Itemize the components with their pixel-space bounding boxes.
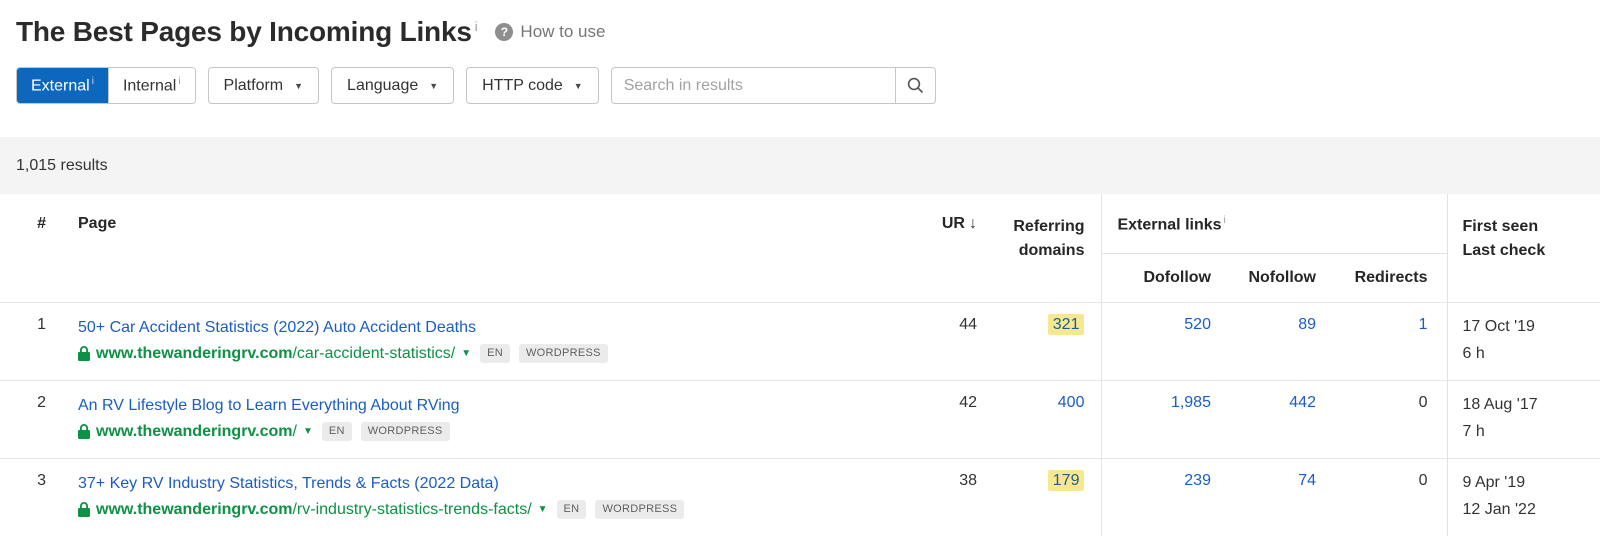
first-seen-cell: 17 Oct '19 6 h xyxy=(1446,301,1600,380)
how-to-use-label[interactable]: How to use xyxy=(520,22,605,42)
chevron-down-icon: ▼ xyxy=(294,80,304,91)
page-url-domain[interactable]: www.thewanderingrv.com xyxy=(96,421,292,443)
platform-dropdown[interactable]: Platform ▼ xyxy=(207,67,320,104)
column-header-ur[interactable]: UR ↓ xyxy=(887,194,977,302)
column-header-index: # xyxy=(37,215,46,232)
language-dropdown[interactable]: Language ▼ xyxy=(331,67,455,104)
page-url-domain[interactable]: www.thewanderingrv.com xyxy=(96,343,292,365)
results-count-bar: 1,015 results xyxy=(0,137,1600,194)
ur-value: 44 xyxy=(886,301,977,380)
chevron-down-icon: ▼ xyxy=(429,80,439,91)
page-url-path[interactable]: /rv-industry-statistics-trends-facts/ xyxy=(292,499,531,521)
platform-badge: WORDPRESS xyxy=(519,344,608,363)
tab-external[interactable]: External i xyxy=(17,68,108,103)
sort-desc-icon: ↓ xyxy=(968,215,977,232)
last-check-value: 6 h xyxy=(1462,344,1485,362)
http-code-dropdown[interactable]: HTTP code ▼ xyxy=(466,67,599,104)
table-row: 3 37+ Key RV Industry Statistics, Trends… xyxy=(0,457,1600,536)
page-url-domain[interactable]: www.thewanderingrv.com xyxy=(96,499,292,521)
best-pages-table: # Page UR ↓ Referring domains External lin… xyxy=(0,194,1600,536)
ur-value: 42 xyxy=(886,379,977,458)
platform-badge: WORDPRESS xyxy=(595,500,685,519)
search-button[interactable] xyxy=(894,67,936,104)
column-header-first-seen[interactable]: First seen Last check xyxy=(1446,194,1600,302)
tab-internal[interactable]: Internal i xyxy=(107,68,195,103)
nofollow-value[interactable]: 74 xyxy=(1298,472,1316,489)
column-header-nofollow[interactable]: Nofollow xyxy=(1227,253,1332,302)
lock-icon xyxy=(78,502,90,517)
question-icon: ? xyxy=(495,23,514,41)
column-header-page[interactable]: Page xyxy=(62,194,887,302)
redirects-value[interactable]: 0 xyxy=(1419,472,1428,489)
first-seen-value: 17 Oct '19 xyxy=(1462,317,1535,335)
nofollow-value[interactable]: 89 xyxy=(1298,316,1316,333)
link-type-segmented-control: External i Internal i xyxy=(16,67,196,104)
url-expand-caret[interactable]: ▼ xyxy=(461,343,471,365)
table-row: 2 An RV Lifestyle Blog to Learn Everythi… xyxy=(0,379,1600,458)
page-title-link[interactable]: 50+ Car Accident Statistics (2022) Auto … xyxy=(78,319,476,336)
dofollow-value[interactable]: 520 xyxy=(1184,316,1211,333)
table-row: 1 50+ Car Accident Statistics (2022) Aut… xyxy=(0,301,1600,380)
column-header-redirects[interactable]: Redirects xyxy=(1332,253,1447,302)
page-title-link[interactable]: 37+ Key RV Industry Statistics, Trends &… xyxy=(78,475,499,492)
ur-value: 38 xyxy=(886,457,977,536)
title-info-marker[interactable]: i xyxy=(475,19,478,34)
nofollow-value[interactable]: 442 xyxy=(1289,394,1316,411)
last-check-value: 7 h xyxy=(1462,422,1485,440)
row-index: 1 xyxy=(0,301,62,380)
row-index: 3 xyxy=(0,457,62,536)
lock-icon xyxy=(78,346,90,361)
first-seen-cell: 9 Apr '19 12 Jan '22 xyxy=(1446,457,1600,536)
internal-info-marker: i xyxy=(178,76,181,87)
page-title-link[interactable]: An RV Lifestyle Blog to Learn Everything… xyxy=(78,397,460,414)
referring-domains-value[interactable]: 321 xyxy=(1047,313,1085,335)
search-input[interactable] xyxy=(610,67,896,104)
last-check-value: 12 Jan '22 xyxy=(1462,500,1536,518)
first-seen-cell: 18 Aug '17 7 h xyxy=(1446,379,1600,458)
dofollow-value[interactable]: 239 xyxy=(1184,472,1211,489)
results-count: 1,015 results xyxy=(16,156,108,174)
column-group-external-links: External links i xyxy=(1101,194,1447,254)
redirects-value[interactable]: 0 xyxy=(1419,394,1428,411)
referring-domains-value[interactable]: 400 xyxy=(1058,394,1085,411)
lock-icon xyxy=(78,424,90,439)
platform-badge: WORDPRESS xyxy=(360,422,450,441)
search-icon xyxy=(907,77,923,94)
page-url-path[interactable]: /car-accident-statistics/ xyxy=(292,343,455,365)
column-header-referring-domains[interactable]: Referring domains xyxy=(977,194,1102,302)
external-links-info-marker[interactable]: i xyxy=(1224,215,1226,226)
url-expand-caret[interactable]: ▼ xyxy=(303,421,313,443)
language-badge: EN xyxy=(321,422,352,441)
language-badge: EN xyxy=(556,500,587,519)
how-to-use-link[interactable]: ? How to use xyxy=(495,22,605,42)
language-badge: EN xyxy=(480,344,510,363)
redirects-value[interactable]: 1 xyxy=(1419,316,1428,333)
first-seen-value: 18 Aug '17 xyxy=(1462,395,1538,413)
url-expand-caret[interactable]: ▼ xyxy=(538,499,548,521)
page-title: The Best Pages by Incoming Links i xyxy=(16,16,478,47)
chevron-down-icon: ▼ xyxy=(573,80,583,91)
referring-domains-value[interactable]: 179 xyxy=(1047,469,1085,491)
column-header-dofollow[interactable]: Dofollow xyxy=(1101,253,1227,302)
external-info-marker: i xyxy=(91,76,94,87)
filter-toolbar: External i Internal i Platform ▼ Language ▼ … xyxy=(16,67,1584,104)
page-url-path[interactable]: / xyxy=(292,421,296,443)
first-seen-value: 9 Apr '19 xyxy=(1462,473,1526,491)
row-index: 2 xyxy=(0,379,62,458)
dofollow-value[interactable]: 1,985 xyxy=(1171,394,1211,411)
search-group xyxy=(610,67,936,104)
